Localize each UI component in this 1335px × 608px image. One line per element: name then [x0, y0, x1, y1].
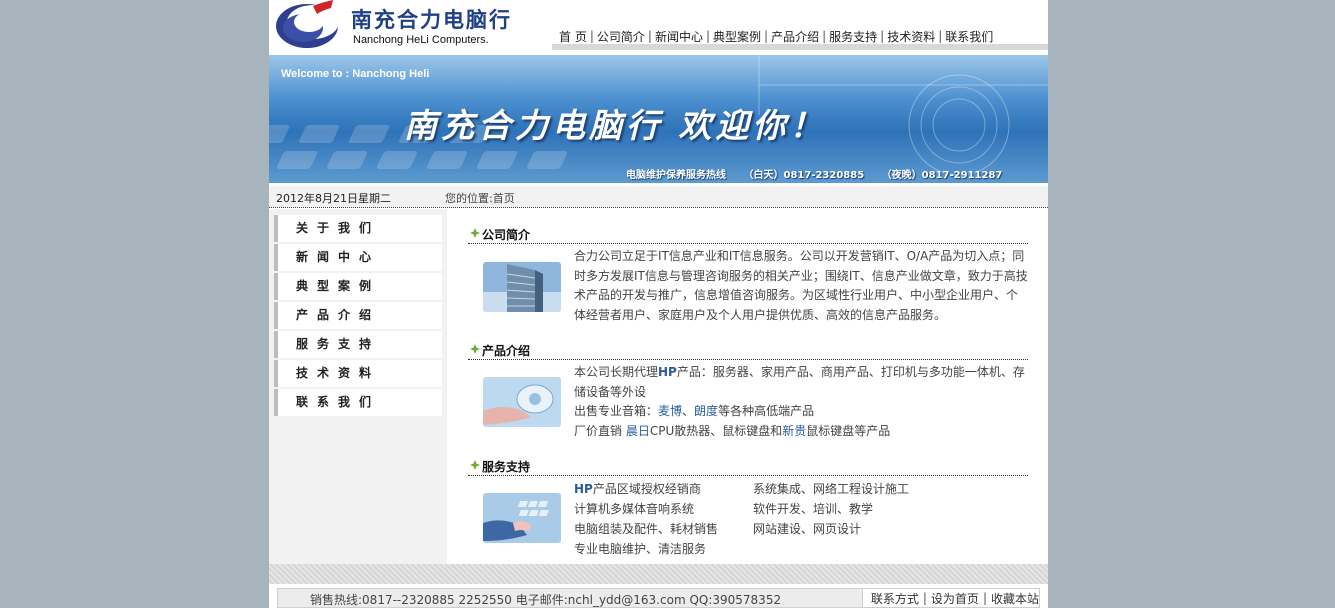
footer-links: 联系方式 | 设为首页 | 收藏本站 — [861, 589, 1039, 607]
nav-separator: | — [647, 29, 652, 43]
green-bullet-icon — [470, 228, 480, 238]
footer-link-contact[interactable]: 联系方式 — [871, 590, 919, 607]
xingui-link[interactable]: 新贵 — [782, 424, 806, 438]
footer-separator: | — [922, 591, 927, 605]
hotline-label: 电脑维护保养服务热线 — [626, 170, 726, 181]
service-item: 电脑组装及配件、耗材销售 — [574, 522, 719, 536]
nav-separator: | — [822, 29, 827, 43]
banner-hotline: 电脑维护保养服务热线 （白天）0817-2320885 （夜晚）0817-291… — [626, 166, 1016, 181]
services-list-left: HP产品区域授权经销商 计算机多媒体音响系统 电脑组装及配件、耗材销售 专业电脑… — [574, 479, 718, 559]
sidebar: 关于我们 新闻中心 典型案例 产品介绍 服务支持 技术资料 联系我们 — [269, 209, 447, 564]
footer: 销售热线:0817--2320885 2252550 电子邮件:nchl_ydd… — [277, 588, 1040, 608]
service-item: 网站建设、网页设计 — [753, 522, 862, 536]
section-title-bar: 服务支持 — [468, 453, 1028, 476]
products-text: 本公司长期代理HP产品：服务器、家用产品、商用产品、打印机与多功能一体机、存储设… — [574, 363, 1028, 441]
services-image[interactable] — [483, 493, 561, 543]
sidebar-item-contact[interactable]: 联系我们 — [274, 389, 442, 416]
footer-link-set-home[interactable]: 设为首页 — [931, 590, 979, 607]
sidebar-item-services[interactable]: 服务支持 — [274, 331, 442, 358]
chenri-link[interactable]: 晨日 — [626, 424, 650, 438]
info-bar: 2012年8月21日星期二 您的位置:首页 — [269, 186, 1048, 208]
service-item: 计算机多媒体音响系统 — [574, 502, 695, 516]
green-bullet-icon — [470, 344, 480, 354]
nav-separator: | — [705, 29, 710, 43]
nav-news[interactable]: 新闻中心 — [655, 28, 703, 45]
banner: Welcome to : Nanchong Heli 南充合力电脑行 欢迎你！ … — [269, 55, 1048, 183]
lando-link[interactable]: 朗度 — [694, 404, 718, 418]
keyboard-typing-icon — [483, 493, 561, 543]
sidebar-item-tech[interactable]: 技术资料 — [274, 360, 442, 387]
banner-headline: 南充合力电脑行 欢迎你！ — [404, 106, 827, 145]
green-bullet-icon — [470, 460, 480, 470]
nav-products[interactable]: 产品介绍 — [771, 28, 819, 45]
nav-separator: | — [938, 29, 943, 43]
hand-mouse-icon — [483, 377, 561, 427]
services-list-right: 系统集成、网络工程设计施工 软件开发、培训、教学 网站建设、网页设计 — [753, 479, 909, 539]
microlab-link[interactable]: 麦博 — [658, 404, 682, 418]
logo-chinese-name: 南充合力电脑行 — [351, 7, 512, 32]
service-item: 专业电脑维护、清洁服务 — [574, 542, 707, 556]
section-title-bar: 公司简介 — [468, 221, 1028, 244]
company-building-image[interactable] — [483, 262, 561, 312]
logo[interactable]: 南充合力电脑行 Nanchong HeLi Computers. — [273, 0, 513, 50]
nav-cases[interactable]: 典型案例 — [713, 28, 761, 45]
sidebar-item-news[interactable]: 新闻中心 — [274, 244, 442, 271]
sidebar-item-cases[interactable]: 典型案例 — [274, 273, 442, 300]
footer-separator: | — [982, 591, 987, 605]
nav-separator: | — [764, 29, 769, 43]
section-title[interactable]: 服务支持 — [482, 458, 530, 475]
nav-contact[interactable]: 联系我们 — [945, 28, 993, 45]
products-line-hp: 本公司长期代理HP产品：服务器、家用产品、商用产品、打印机与多功能一体机、存储设… — [574, 365, 1025, 399]
nav-separator: | — [589, 29, 594, 43]
service-item: HP产品区域授权经销商 — [574, 482, 701, 496]
header: 南充合力电脑行 Nanchong HeLi Computers. 首 页 | 公… — [269, 0, 1048, 55]
hp-link[interactable]: HP — [574, 482, 593, 496]
nav-home[interactable]: 首 页 — [559, 28, 587, 45]
section-title[interactable]: 公司简介 — [482, 226, 530, 243]
hp-link[interactable]: HP — [658, 365, 677, 379]
sidebar-item-about[interactable]: 关于我们 — [274, 215, 442, 242]
sidebar-item-products[interactable]: 产品介绍 — [274, 302, 442, 329]
products-line-factory: 厂价直销 晨日CPU散热器、鼠标键盘和新贵鼠标键盘等产品 — [574, 423, 891, 438]
breadcrumb: 您的位置:首页 — [445, 192, 515, 205]
logo-english-name: Nanchong HeLi Computers. — [353, 34, 489, 46]
products-image[interactable] — [483, 377, 561, 427]
banner-welcome: Welcome to : Nanchong Heli — [281, 68, 430, 80]
hotline-night: （夜晚）0817-2911287 — [881, 170, 1003, 181]
nav-tech[interactable]: 技术资料 — [887, 28, 935, 45]
hotline-day: （白天）0817-2320885 — [743, 170, 865, 181]
products-line-speakers: 出售专业音箱：麦博、朗度等各种高低端产品 — [574, 404, 815, 418]
section-title-bar: 产品介绍 — [468, 337, 1028, 360]
footer-contact-info: 销售热线:0817--2320885 2252550 电子邮件:nchl_ydd… — [310, 593, 782, 607]
footer-link-bookmark[interactable]: 收藏本站 — [991, 590, 1039, 607]
page-container: 南充合力电脑行 Nanchong HeLi Computers. 首 页 | 公… — [269, 0, 1048, 608]
service-item: 系统集成、网络工程设计施工 — [753, 482, 910, 496]
current-date: 2012年8月21日星期二 — [276, 192, 391, 205]
section-title[interactable]: 产品介绍 — [482, 342, 530, 359]
nav-separator: | — [880, 29, 885, 43]
nav-about[interactable]: 公司简介 — [597, 28, 645, 45]
logo-swoosh-icon — [276, 0, 339, 48]
company-intro-text: 合力公司立足于IT信息产业和IT信息服务。公司以开发营销IT、O/A产品为切入点… — [574, 249, 1028, 322]
nav-services[interactable]: 服务支持 — [829, 28, 877, 45]
nav-underline — [552, 44, 1048, 50]
footer-strip — [269, 564, 1048, 584]
building-icon — [483, 262, 561, 312]
service-item: 软件开发、培训、教学 — [753, 502, 874, 516]
main-nav: 首 页 | 公司简介 | 新闻中心 | 典型案例 | 产品介绍 | 服务支持 |… — [559, 27, 1048, 45]
